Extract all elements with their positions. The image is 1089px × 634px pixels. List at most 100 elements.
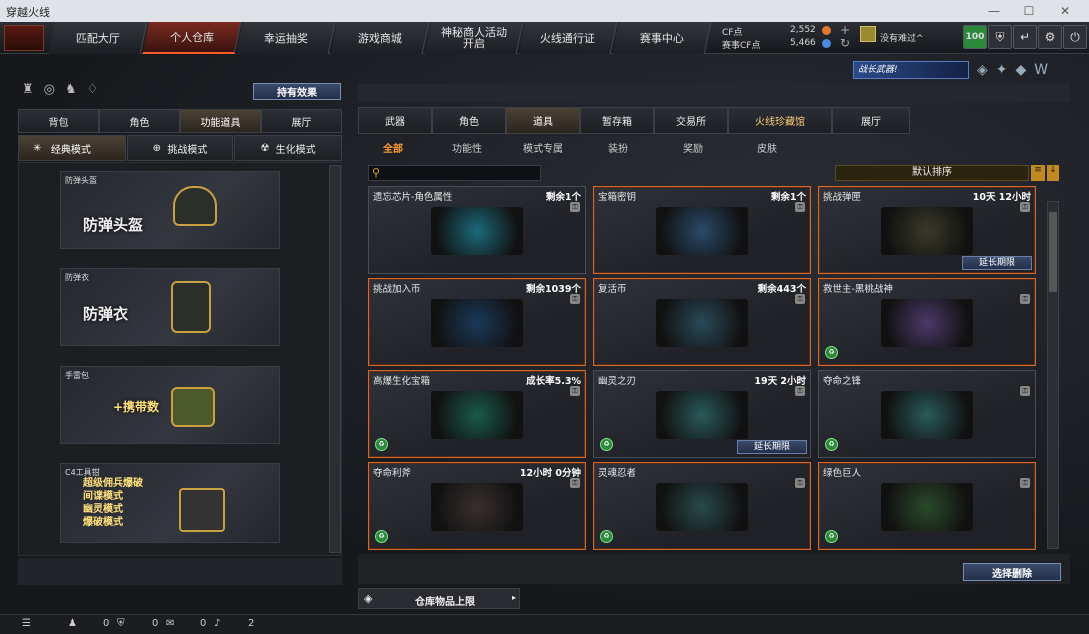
right-tab-weapons[interactable]: 武器 xyxy=(358,107,432,134)
function-item-list: 防弹头盔 防弹头盔 防弹衣 防弹衣 手雷包 +携带数 C4工具钳 超级佣兵爆破 … xyxy=(18,162,342,556)
sort-dropdown[interactable]: 默认排序 xyxy=(835,165,1029,181)
close-button[interactable]: ✕ xyxy=(1050,2,1080,20)
item-stat: 剩余1039个 xyxy=(526,284,581,295)
tab-lottery[interactable]: 幸运抽奖 xyxy=(236,22,336,54)
speaker-icon[interactable]: ♪ xyxy=(214,618,220,629)
friends-icon[interactable]: ♟ xyxy=(68,618,77,629)
item-image xyxy=(656,207,748,255)
return-icon[interactable]: ↵ xyxy=(1013,25,1037,49)
grenade-icon xyxy=(171,387,215,427)
subtab-reward[interactable]: 奖励 xyxy=(683,140,703,155)
friends-count: 0 xyxy=(103,618,110,629)
chat-icon[interactable]: ✉ xyxy=(166,618,174,629)
mode-zombie[interactable]: ☢ 生化模式 xyxy=(234,135,342,161)
item-name: 夺命利斧 xyxy=(373,468,412,479)
item-c4-tool[interactable]: C4工具钳 超级佣兵爆破 间谍模式 幽灵模式 爆破模式 xyxy=(60,463,280,543)
subtab-skin[interactable]: 皮肤 xyxy=(757,140,777,155)
item-card[interactable]: 高爆生化宝箱 成长率5.3% ⚿ ♻ xyxy=(368,370,586,458)
right-tab-collection[interactable]: 火线珍藏馆 xyxy=(728,107,832,134)
tab-events[interactable]: 赛事中心 xyxy=(612,22,712,54)
item-name: 宝箱密钥 xyxy=(598,192,637,203)
status-bar: ☰ ♟ 0 ⛨ 0 ✉ 0 ♪ 2 xyxy=(0,614,1089,634)
item-card[interactable]: 夺命利斧 12小时 0分钟 ⚿ ♻ xyxy=(368,462,586,550)
right-scrollbar[interactable] xyxy=(1047,201,1059,549)
extend-button[interactable]: 延长期限 xyxy=(737,440,807,454)
item-name: 绿色巨人 xyxy=(823,468,862,479)
item-name: 高爆生化宝箱 xyxy=(373,376,431,387)
extend-button[interactable]: 延长期限 xyxy=(962,256,1032,270)
right-tab-props[interactable]: 道具 xyxy=(506,107,580,134)
menu-icon[interactable]: ☰ xyxy=(22,618,31,629)
left-tab-bag[interactable]: 背包 xyxy=(18,109,99,133)
item-name: 幽灵之刃 xyxy=(598,376,637,387)
left-toolbar-icons[interactable]: ♜◎♞♢ xyxy=(22,82,108,97)
item-card[interactable]: 复活币 剩余443个 ⚿ xyxy=(593,278,811,366)
add-cf-icon[interactable]: + xyxy=(840,23,850,37)
logo-icon[interactable] xyxy=(4,25,44,51)
level-badge[interactable]: 100 xyxy=(963,25,987,49)
right-tab-roles[interactable]: 角色 xyxy=(432,107,506,134)
item-card[interactable]: 灵魂忍者 ⚿ ♻ xyxy=(593,462,811,550)
maximize-button[interactable]: ☐ xyxy=(1014,2,1044,20)
gear-icon[interactable]: ⚙ xyxy=(1038,25,1062,49)
tab-warehouse[interactable]: 个人仓库 xyxy=(142,22,242,54)
tab-shop[interactable]: 游戏商城 xyxy=(330,22,430,54)
right-tab-storage[interactable]: 暂存箱 xyxy=(580,107,654,134)
cf-extra-label: 赛事CF点 xyxy=(722,41,761,51)
left-tab-role[interactable]: 角色 xyxy=(99,109,180,133)
minimize-button[interactable]: — xyxy=(979,2,1009,20)
power-icon[interactable]: ⏻ xyxy=(1063,25,1087,49)
left-tab-function[interactable]: 功能道具 xyxy=(180,109,261,133)
item-vest[interactable]: 防弹衣 防弹衣 xyxy=(60,268,280,346)
item-card[interactable]: 救世主-黑桃战神 ⚿ ♻ xyxy=(818,278,1036,366)
item-card[interactable]: 宝箱密钥 剩余1个 ⚿ xyxy=(593,186,811,274)
mode-badge-icon: ♻ xyxy=(600,438,613,451)
shield-icon[interactable]: ⛨ xyxy=(988,25,1012,49)
item-card[interactable]: 幽灵之刃 19天 2小时 ⚿ ♻ 延长期限 xyxy=(593,370,811,458)
select-delete-button[interactable]: 选择删除 xyxy=(963,563,1061,581)
right-tab-hall[interactable]: 展厅 xyxy=(832,107,910,134)
item-card[interactable]: 遗忘芯片-角色属性 剩余1个 ⚿ xyxy=(368,186,586,274)
list-view-icon[interactable]: ≡ xyxy=(1031,165,1045,181)
tab-pass[interactable]: 火线通行证 xyxy=(518,22,618,54)
lock-icon: ⚿ xyxy=(1020,294,1030,304)
item-helmet[interactable]: 防弹头盔 防弹头盔 xyxy=(60,171,280,249)
subtab-mode[interactable]: 模式专属 xyxy=(523,140,563,155)
scroll-thumb[interactable] xyxy=(1049,212,1057,292)
capacity-bar[interactable]: ◈ 仓库物品上限 ▸ xyxy=(358,588,520,609)
subtab-functional[interactable]: 功能性 xyxy=(452,140,482,155)
item-card[interactable]: 挑战加入币 剩余1039个 ⚿ xyxy=(368,278,586,366)
mode-classic[interactable]: ✳ 经典模式 xyxy=(18,135,126,161)
tab-match-hall[interactable]: 匹配大厅 xyxy=(48,22,148,54)
item-card[interactable]: 夺命之锋 ⚿ ♻ xyxy=(818,370,1036,458)
item-card[interactable]: 绿色巨人 ⚿ ♻ xyxy=(818,462,1036,550)
tab-merchant[interactable]: 神秘商人活动开启 xyxy=(424,22,524,54)
effect-button[interactable]: 持有效果 xyxy=(253,83,341,100)
mode-badge-icon: ♻ xyxy=(375,438,388,451)
subtab-all[interactable]: 全部 xyxy=(383,140,403,155)
item-image xyxy=(431,299,523,347)
sort-order-icon[interactable]: ↓ xyxy=(1047,165,1059,181)
subtab-outfit[interactable]: 装扮 xyxy=(608,140,628,155)
mode-badge-icon: ♻ xyxy=(600,530,613,543)
mode-challenge[interactable]: ⊕ 挑战模式 xyxy=(127,135,233,161)
refresh-icon[interactable]: ↻ xyxy=(840,36,850,50)
item-stat: 剩余443个 xyxy=(757,284,806,295)
left-scrollbar[interactable] xyxy=(329,165,341,553)
left-tab-hall[interactable]: 展厅 xyxy=(261,109,342,133)
speaker-count: 2 xyxy=(248,618,255,629)
item-name: 挑战加入币 xyxy=(373,284,421,295)
cf-label: CF点 xyxy=(722,28,743,38)
shield-status-icon[interactable]: ⛨ xyxy=(117,618,125,629)
item-card[interactable]: 挑战弹匣 10天 12小时 ⚿ 延长期限 xyxy=(818,186,1036,274)
item-image xyxy=(881,483,973,531)
layers-icon: ◈ xyxy=(364,592,373,605)
right-tab-exchange[interactable]: 交易所 xyxy=(654,107,728,134)
rank-text: 没有难过^ xyxy=(880,34,924,44)
search-input[interactable]: ⚲ xyxy=(368,165,541,181)
banner-icons[interactable]: ◈✦◆W xyxy=(977,62,1056,78)
shield-count: 0 xyxy=(152,618,159,629)
promo-banner[interactable]: 战长武器! xyxy=(853,61,969,79)
item-grenade-bag[interactable]: 手雷包 +携带数 xyxy=(60,366,280,444)
item-name: 复活币 xyxy=(598,284,627,295)
